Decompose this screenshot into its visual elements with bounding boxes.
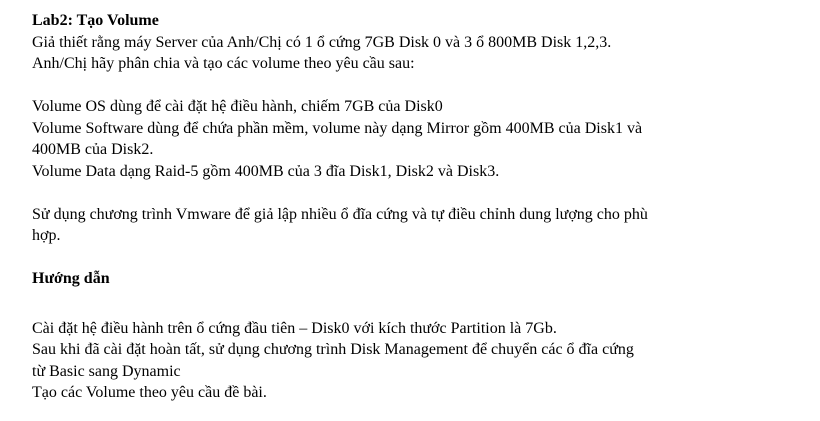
lab-title: Lab2: Tạo Volume <box>32 12 159 29</box>
guide-line-2: Sau khi đã cài đặt hoàn tất, sử dụng chư… <box>32 341 634 358</box>
guide-line-3: từ Basic sang Dynamic <box>32 362 181 380</box>
intro-line-2: Anh/Chị hãy phân chia và tạo các volume … <box>32 55 415 72</box>
guide-line-1: Cài đặt hệ điều hành trên ổ cứng đầu tiê… <box>32 319 557 337</box>
guide-line-4: Tạo các Volume theo yêu cầu đề bài. <box>32 384 267 401</box>
vmware-note-line-2: hợp. <box>32 227 61 244</box>
vmware-note-line-1: Sử dụng chương trình Vmware để giả lập n… <box>32 205 648 223</box>
document-body: Lab2: Tạo Volume Giả thiết rằng máy Serv… <box>32 10 802 404</box>
volume-data-line: Volume Data dạng Raid-5 gồm 400MB của 3 … <box>32 162 500 180</box>
volume-software-line-cont: 400MB của Disk2. <box>32 141 154 158</box>
volume-software-line: Volume Software dùng để chứa phần mềm, v… <box>32 119 643 137</box>
guide-heading: Hướng dẫn <box>32 270 110 287</box>
intro-line-1: Giả thiết rằng máy Server của Anh/Chị có… <box>32 33 612 51</box>
volume-os-line: Volume OS dùng để cài đặt hệ điều hành, … <box>32 98 443 115</box>
